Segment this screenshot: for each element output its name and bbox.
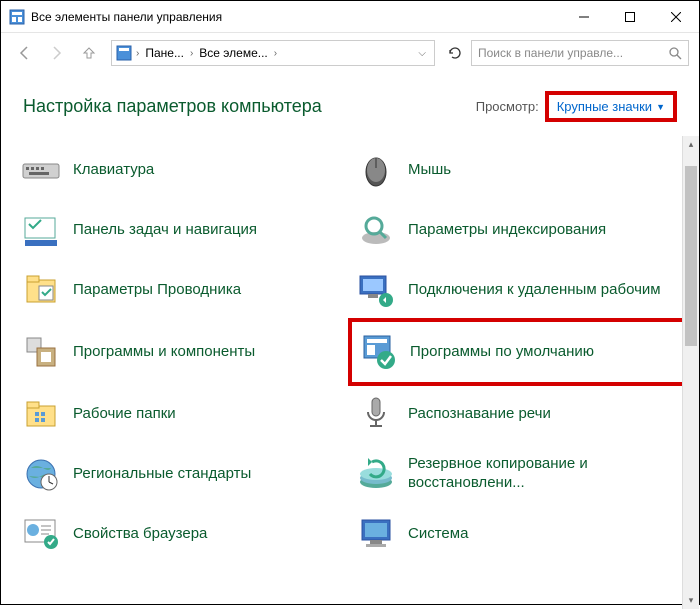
up-button[interactable]: [75, 39, 103, 67]
item-label: Программы по умолчанию: [410, 343, 594, 362]
item-mouse[interactable]: Мышь: [350, 140, 685, 200]
folder-options-icon: [19, 268, 63, 312]
item-label: Параметры индексирования: [408, 221, 606, 240]
item-label: Распознавание речи: [408, 405, 551, 424]
content-area: Клавиатура Мышь Панель задач и навигация…: [1, 136, 699, 609]
region-icon: [19, 452, 63, 496]
item-regional-settings[interactable]: Региональные стандарты: [15, 444, 350, 504]
keyboard-icon: [19, 148, 63, 192]
item-programs-features[interactable]: Программы и компоненты: [15, 320, 350, 384]
item-internet-options[interactable]: Свойства браузера: [15, 504, 350, 564]
item-label: Панель задач и навигация: [73, 221, 257, 240]
search-icon[interactable]: [668, 46, 682, 60]
chevron-right-icon[interactable]: ›: [272, 48, 279, 59]
items-grid: Клавиатура Мышь Панель задач и навигация…: [1, 136, 699, 568]
header: Настройка параметров компьютера Просмотр…: [1, 73, 699, 136]
chevron-right-icon[interactable]: ›: [134, 48, 141, 59]
default-programs-icon: [356, 330, 400, 374]
item-system[interactable]: Система: [350, 504, 685, 564]
window-title: Все элементы панели управления: [31, 10, 561, 24]
maximize-button[interactable]: [607, 1, 653, 32]
item-taskbar[interactable]: Панель задач и навигация: [15, 200, 350, 260]
scrollbar[interactable]: ▴ ▾: [682, 136, 699, 609]
scroll-up-button[interactable]: ▴: [683, 136, 699, 153]
item-explorer-options[interactable]: Параметры Проводника: [15, 260, 350, 320]
taskbar-icon: [19, 208, 63, 252]
remote-desktop-icon: [354, 268, 398, 312]
backup-icon: [354, 452, 398, 496]
item-label: Свойства браузера: [73, 525, 207, 544]
breadcrumb-item[interactable]: Пане...: [141, 46, 188, 60]
breadcrumb-item[interactable]: Все элеме...: [195, 46, 271, 60]
item-keyboard[interactable]: Клавиатура: [15, 140, 350, 200]
microphone-icon: [354, 392, 398, 436]
close-button[interactable]: [653, 1, 699, 32]
item-label: Параметры Проводника: [73, 281, 241, 300]
chevron-down-icon: ▼: [656, 102, 665, 112]
control-panel-icon: [9, 9, 25, 25]
scroll-down-button[interactable]: ▾: [683, 592, 699, 609]
control-panel-icon: [116, 45, 132, 61]
system-icon: [354, 512, 398, 556]
minimize-button[interactable]: [561, 1, 607, 32]
scroll-thumb[interactable]: [685, 166, 697, 346]
mouse-icon: [354, 148, 398, 192]
item-speech-recognition[interactable]: Распознавание речи: [350, 384, 685, 444]
work-folders-icon: [19, 392, 63, 436]
view-value: Крупные значки: [557, 99, 652, 114]
item-remote-connections[interactable]: Подключения к удаленным рабочим: [350, 260, 685, 320]
chevron-right-icon[interactable]: ›: [188, 48, 195, 59]
page-title: Настройка параметров компьютера: [23, 96, 476, 117]
forward-button[interactable]: [43, 39, 71, 67]
back-button[interactable]: [11, 39, 39, 67]
indexing-icon: [354, 208, 398, 252]
item-label: Подключения к удаленным рабочим: [408, 281, 661, 300]
programs-icon: [19, 330, 63, 374]
internet-options-icon: [19, 512, 63, 556]
item-label: Клавиатура: [73, 161, 154, 180]
search-box[interactable]: [471, 40, 689, 66]
refresh-button[interactable]: [443, 41, 467, 65]
toolbar: › Пане... › Все элеме... › ⌵: [1, 33, 699, 73]
chevron-down-icon[interactable]: ⌵: [418, 48, 430, 59]
titlebar: Все элементы панели управления: [1, 1, 699, 33]
search-input[interactable]: [478, 46, 668, 60]
item-label: Региональные стандарты: [73, 465, 251, 484]
view-dropdown[interactable]: Крупные значки ▼: [545, 91, 677, 122]
item-work-folders[interactable]: Рабочие папки: [15, 384, 350, 444]
item-label: Система: [408, 525, 468, 544]
item-label: Программы и компоненты: [73, 343, 255, 362]
item-default-programs[interactable]: Программы по умолчанию: [348, 318, 687, 386]
view-label: Просмотр:: [476, 99, 539, 114]
item-backup-restore[interactable]: Резервное копирование и восстановлени...: [350, 444, 685, 504]
item-label: Резервное копирование и восстановлени...: [408, 455, 681, 493]
item-label: Мышь: [408, 161, 451, 180]
item-indexing[interactable]: Параметры индексирования: [350, 200, 685, 260]
breadcrumb[interactable]: › Пане... › Все элеме... › ⌵: [111, 40, 435, 66]
item-label: Рабочие папки: [73, 405, 176, 424]
